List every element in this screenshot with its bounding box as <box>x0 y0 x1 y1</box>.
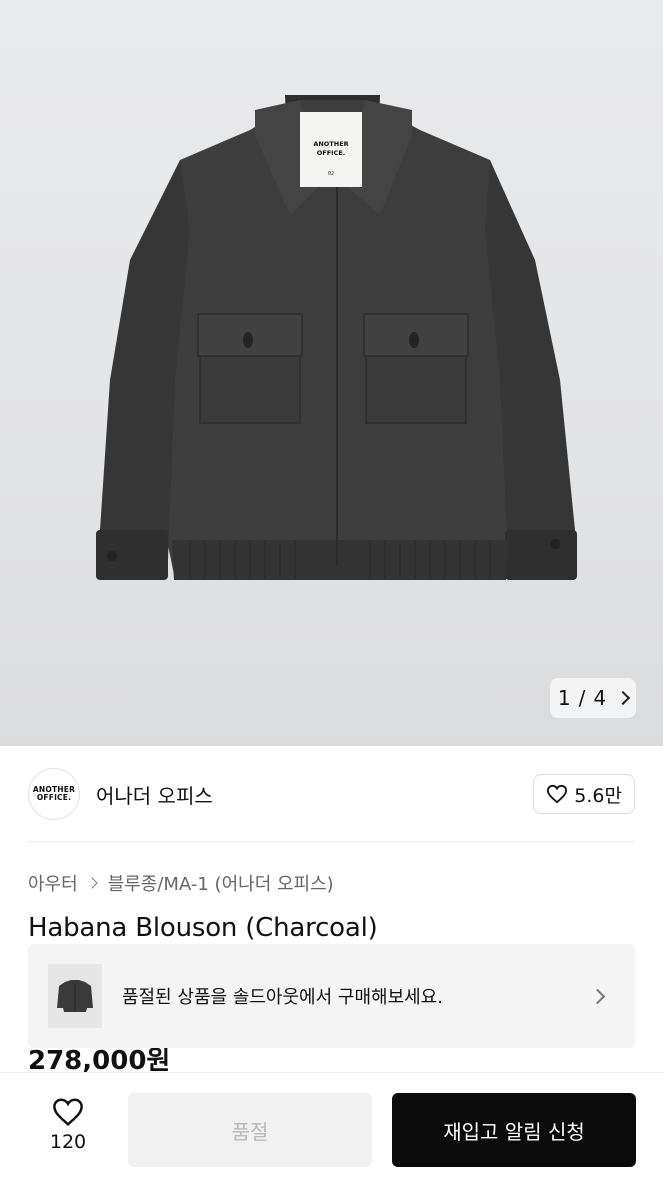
jacket-label-size: 02 <box>328 171 334 177</box>
image-counter-separator: / <box>578 686 586 710</box>
chevron-right-icon <box>589 988 606 1004</box>
chevron-right-icon <box>616 690 631 706</box>
bottom-action-bar: 120 품절 재입고 알림 신청 <box>0 1072 663 1200</box>
like-count: 120 <box>49 1131 87 1153</box>
brand-logo-line2: OFFICE. <box>36 793 72 802</box>
soldout-banner[interactable]: 품절된 상품을 솔드아웃에서 구매해보세요. <box>28 944 635 1048</box>
soldout-button[interactable]: 품절 <box>128 1093 372 1167</box>
brand-name[interactable]: 어나더 오피스 <box>96 780 213 809</box>
jacket-label-line2: OFFICE. <box>317 149 346 157</box>
banner-thumbnail <box>48 964 102 1028</box>
product-image-gallery[interactable]: ANOTHER OFFICE. 02 1 / 4 <box>0 0 663 746</box>
brand-logo[interactable]: ANOTHER OFFICE. <box>28 768 80 820</box>
heart-icon <box>53 1098 83 1126</box>
breadcrumb-item-outer[interactable]: 아우터 <box>28 870 78 896</box>
soldout-banner-text: 품절된 상품을 솔드아웃에서 구매해보세요. <box>122 987 443 1008</box>
jacket-thumbnail-icon <box>57 980 93 1012</box>
breadcrumb: 아우터 블루종/MA-1 (어나더 오피스) <box>28 870 334 896</box>
restock-alert-button[interactable]: 재입고 알림 신청 <box>392 1093 636 1167</box>
image-counter-current: 1 <box>557 686 571 710</box>
chevron-right-icon <box>86 877 98 889</box>
product-title: Habana Blouson (Charcoal) <box>28 913 378 943</box>
image-counter[interactable]: 1 / 4 <box>550 678 636 718</box>
brand-like-button[interactable]: 5.6만 <box>533 774 635 814</box>
heart-icon <box>547 784 568 804</box>
image-counter-total: 4 <box>593 686 607 710</box>
breadcrumb-item-blouson[interactable]: 블루종/MA-1 (어나더 오피스) <box>108 870 334 896</box>
brand-row: ANOTHER OFFICE. 어나더 오피스 5.6만 <box>28 766 635 822</box>
jacket-image: ANOTHER OFFICE. 02 <box>96 95 577 580</box>
divider <box>28 841 635 842</box>
like-button[interactable]: 120 <box>38 1097 98 1153</box>
jacket-label-line1: ANOTHER <box>313 140 348 148</box>
brand-like-count: 5.6만 <box>574 784 622 807</box>
